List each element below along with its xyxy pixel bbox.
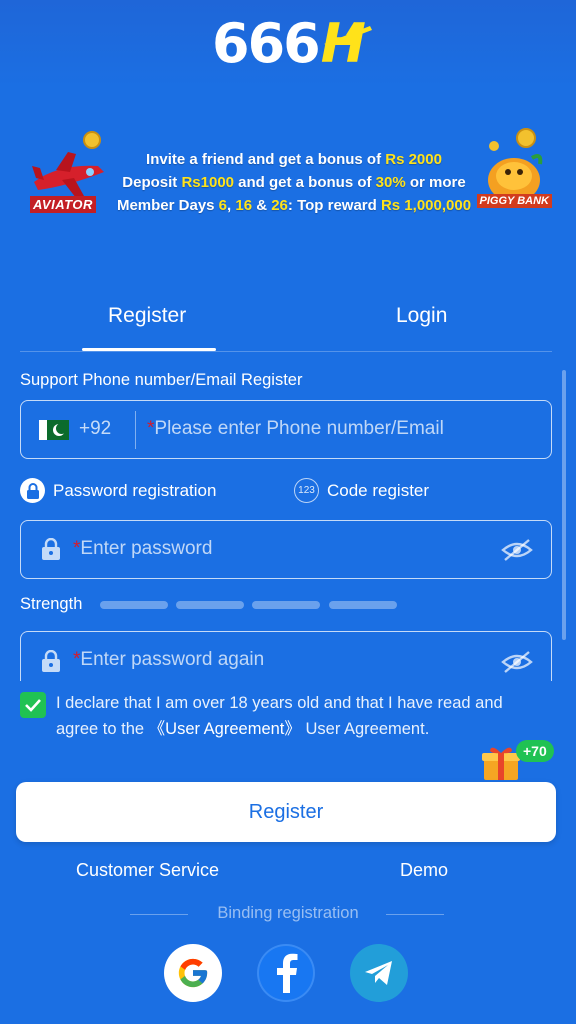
lock-icon <box>42 538 60 560</box>
code-register-label: Code register <box>327 480 430 500</box>
piggy-bank-label: PIGGY BANK <box>476 194 552 208</box>
logo-text: 666 <box>212 11 321 75</box>
pakistan-flag-icon[interactable] <box>39 420 69 440</box>
binding-divider-right <box>386 914 444 915</box>
banner-line-2: Deposit Rs1000 and get a bonus of 30% or… <box>122 174 466 191</box>
binding-registration-label: Binding registration <box>217 904 359 922</box>
banner-line-3: Member Days 6, 16 & 26: Top reward Rs 1,… <box>116 197 472 214</box>
confirm-password-field[interactable]: *Enter password again <box>20 631 552 681</box>
auth-tabs: Register Login <box>20 290 552 352</box>
strength-label: Strength <box>20 595 83 613</box>
logo: 666 H <box>212 11 372 75</box>
tab-login[interactable]: Login <box>396 304 447 328</box>
agree-checkbox[interactable] <box>20 692 46 718</box>
plane-icon <box>323 21 372 48</box>
agreement-text: I declare that I am over 18 years old an… <box>56 694 503 738</box>
header: 666 H <box>0 0 576 86</box>
strength-bar <box>329 601 397 609</box>
password-registration-option[interactable]: Password registration <box>20 478 216 503</box>
strength-bar <box>176 601 244 609</box>
google-icon <box>178 958 208 988</box>
user-agreement-link[interactable]: 《User Agreement》 <box>149 720 301 738</box>
google-login-button[interactable] <box>164 944 222 1002</box>
code-123-icon: 123 <box>294 478 319 503</box>
telegram-icon <box>365 961 392 985</box>
confirm-password-input[interactable]: *Enter password again <box>73 649 264 671</box>
phone-email-input[interactable]: *Please enter Phone number/Email <box>147 418 444 440</box>
customer-service-link[interactable]: Customer Service <box>76 860 219 881</box>
country-code[interactable]: +92 <box>79 418 111 440</box>
check-icon <box>25 699 41 712</box>
eye-off-icon[interactable] <box>501 650 533 674</box>
promo-banner[interactable]: AVIATOR Invite a friend and get a bonus … <box>24 118 554 226</box>
strength-bar <box>100 601 168 609</box>
aviator-label: AVIATOR <box>30 196 96 213</box>
facebook-icon <box>277 953 298 993</box>
strength-bar <box>252 601 320 609</box>
register-method-label: Support Phone number/Email Register <box>20 371 303 389</box>
password-input[interactable]: *Enter password <box>73 538 212 560</box>
scrollbar[interactable] <box>562 370 566 640</box>
phone-email-field[interactable]: +92 *Please enter Phone number/Email <box>20 400 552 459</box>
lock-icon <box>42 650 60 672</box>
register-button[interactable]: Register <box>16 782 556 842</box>
telegram-login-button[interactable] <box>350 944 408 1002</box>
code-register-option[interactable]: 123 Code register <box>294 478 429 503</box>
tab-register[interactable]: Register <box>108 304 186 328</box>
password-registration-label: Password registration <box>53 480 217 500</box>
demo-link[interactable]: Demo <box>400 860 448 881</box>
lock-circle-icon <box>20 478 45 503</box>
password-field[interactable]: *Enter password <box>20 520 552 579</box>
active-tab-indicator <box>82 348 216 351</box>
eye-off-icon[interactable] <box>501 538 533 562</box>
banner-text: Invite a friend and get a bonus of Rs 20… <box>104 148 484 217</box>
field-divider <box>135 411 136 449</box>
gift-badge: +70 <box>516 740 554 762</box>
banner-line-1: Invite a friend and get a bonus of Rs 20… <box>146 151 442 168</box>
facebook-login-button[interactable] <box>257 944 315 1002</box>
